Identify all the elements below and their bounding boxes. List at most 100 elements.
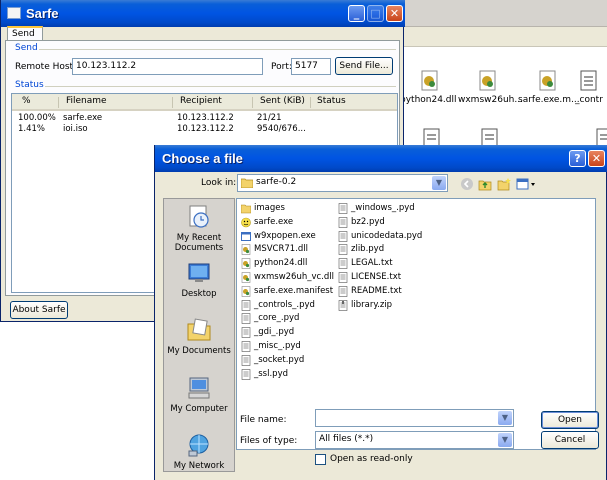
- pyd-icon: [241, 354, 251, 366]
- row-sent: 9540/676...: [257, 124, 306, 134]
- port-input[interactable]: 5177: [291, 58, 331, 75]
- pyd-icon: [338, 230, 348, 242]
- dll-icon: [241, 244, 251, 256]
- column-divider[interactable]: [172, 97, 173, 108]
- status-group-label: Status: [15, 80, 44, 90]
- dialog-close-button[interactable]: ✕: [588, 150, 605, 167]
- send-group-divider: [39, 49, 396, 50]
- column-header-status[interactable]: Status: [317, 96, 346, 106]
- cancel-button[interactable]: Cancel: [541, 431, 599, 449]
- row-recipient: 10.123.112.2: [177, 113, 234, 123]
- recent-documents-icon: [189, 205, 209, 228]
- file-list-item-name: MSVCR71.dll: [254, 244, 309, 255]
- place-my-recent-documents[interactable]: My Recent Documents: [164, 204, 234, 253]
- place-my-computer[interactable]: My Computer: [164, 375, 234, 414]
- remote-host-input[interactable]: 10.123.112.2: [72, 58, 263, 75]
- back-icon[interactable]: [460, 177, 474, 191]
- files-of-type-value: All files (*.*): [319, 434, 374, 444]
- smiley-exe-icon: [241, 217, 251, 228]
- manifest-icon: [241, 285, 251, 297]
- help-button[interactable]: ?: [569, 150, 586, 167]
- file-list-item-name: python24.dll: [254, 258, 308, 269]
- my-network-icon: [188, 434, 209, 457]
- background-file-label: sarfe.exe.m...: [518, 95, 580, 105]
- chevron-down-icon[interactable]: ▼: [498, 433, 512, 447]
- open-button[interactable]: Open: [541, 411, 599, 429]
- background-file-item[interactable]: python24.dll: [400, 70, 460, 105]
- look-in-dropdown[interactable]: sarfe-0.2 ▼: [237, 174, 448, 192]
- folder-icon: [241, 204, 251, 214]
- column-header-recipient[interactable]: Recipient: [180, 96, 222, 106]
- column-divider[interactable]: [252, 97, 253, 108]
- look-in-label: Look in:: [201, 178, 237, 188]
- dialog-title: Choose a file: [162, 151, 243, 166]
- tab-send[interactable]: Send: [7, 26, 43, 41]
- background-file-label: wxmsw26uh...: [458, 95, 523, 105]
- exe-icon: [241, 231, 251, 241]
- remote-host-label: Remote Host:: [15, 62, 77, 72]
- place-label: My Recent Documents: [174, 233, 224, 253]
- column-header-filename[interactable]: Filename: [66, 96, 107, 106]
- up-folder-icon[interactable]: [478, 177, 492, 191]
- place-label: My Documents: [167, 346, 231, 356]
- file-list-item-name: _gdi_.pyd: [254, 327, 295, 338]
- file-list-item-name: wxmsw26uh_vc.dll: [254, 272, 335, 282]
- file-name-input[interactable]: ▼: [315, 409, 514, 427]
- file-list-item-name: sarfe.exe.manifest: [254, 285, 334, 296]
- table-row[interactable]: 1.41% ioi.iso 10.123.112.2 9540/676...: [12, 124, 397, 135]
- place-my-network[interactable]: My Network: [164, 432, 234, 471]
- column-header-sent[interactable]: Sent (KiB): [260, 96, 305, 106]
- background-file-item[interactable]: wxmsw26uh...: [458, 70, 523, 105]
- pyd-icon: [241, 327, 251, 338]
- column-divider[interactable]: [58, 97, 59, 108]
- status-group-divider: [45, 86, 396, 87]
- column-header-percent[interactable]: %: [22, 96, 31, 106]
- file-list-item-name: _core_.pyd: [254, 313, 300, 324]
- files-of-type-dropdown[interactable]: All files (*.*) ▼: [315, 431, 514, 449]
- file-list-item-name: images: [254, 203, 285, 213]
- table-row[interactable]: 100.00% sarfe.exe 10.123.112.2 21/21: [12, 113, 397, 124]
- pyd-icon: [241, 299, 251, 311]
- file-name-label: File name:: [240, 415, 287, 425]
- dll-icon: [241, 272, 251, 283]
- send-file-button[interactable]: Send File...: [335, 57, 393, 75]
- file-list-item-name: _controls_.pyd: [254, 299, 315, 310]
- background-file-item[interactable]: sarfe.exe.m...: [518, 70, 580, 105]
- background-file-label: _contr: [575, 95, 603, 105]
- background-file-label: python24.dll: [400, 95, 457, 105]
- file-list-item-name: _ssl.pyd: [254, 368, 288, 379]
- close-button[interactable]: ✕: [386, 5, 403, 22]
- about-button[interactable]: About Sarfe: [10, 301, 68, 319]
- place-desktop[interactable]: Desktop: [164, 260, 234, 299]
- chevron-down-icon[interactable]: ▼: [498, 411, 512, 425]
- file-list-item-name: _windows_.pyd: [351, 203, 415, 213]
- background-file-item[interactable]: _contr: [575, 70, 607, 105]
- zip-icon: [338, 299, 348, 311]
- view-menu-icon[interactable]: [516, 177, 536, 191]
- port-label: Port:: [271, 62, 292, 72]
- minimize-button[interactable]: _: [348, 5, 365, 22]
- new-folder-icon[interactable]: [497, 177, 511, 191]
- background-toolbar: [400, 27, 607, 47]
- column-divider[interactable]: [310, 97, 311, 108]
- text-icon: [338, 272, 348, 283]
- sarfe-title-bar[interactable]: Sarfe _ □ ✕: [1, 0, 405, 27]
- my-computer-icon: [188, 377, 210, 399]
- chevron-down-icon[interactable]: ▼: [432, 176, 446, 190]
- choose-file-dialog: Choose a file ? ✕ Look in: sarfe-0.2 ▼ M…: [154, 145, 607, 480]
- text-icon: [338, 285, 348, 297]
- file-list-item-name: LICENSE.txt: [351, 272, 402, 282]
- dll-icon: [241, 258, 251, 269]
- maximize-button[interactable]: □: [367, 5, 384, 22]
- dialog-title-bar[interactable]: Choose a file ? ✕: [155, 145, 607, 172]
- place-my-documents[interactable]: My Documents: [164, 317, 234, 356]
- pyd-icon: [580, 70, 597, 91]
- open-readonly-label: Open as read-only: [330, 454, 413, 464]
- look-in-value: sarfe-0.2: [256, 177, 297, 187]
- dll-icon: [421, 70, 438, 91]
- place-label: My Network: [173, 461, 225, 471]
- file-list-item-name: _socket.pyd: [254, 354, 305, 365]
- row-sent: 21/21: [257, 113, 282, 123]
- open-readonly-checkbox[interactable]: [315, 454, 326, 465]
- transfer-list-header: % Filename Recipient Sent (KiB) Status: [12, 94, 397, 111]
